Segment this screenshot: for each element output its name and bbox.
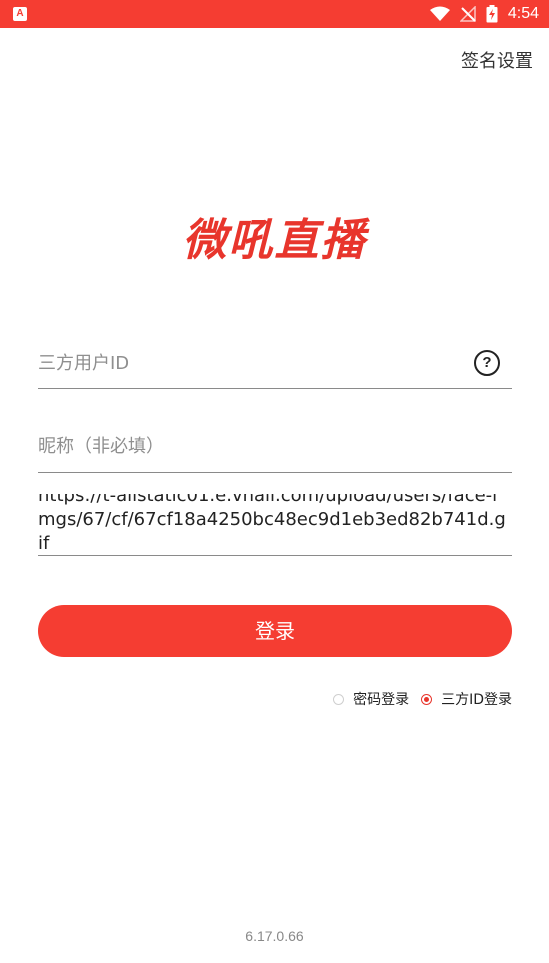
status-time: 4:54 xyxy=(507,5,539,22)
avatar-url-field[interactable]: https://t-alistatic01.e.vhall.com/upload… xyxy=(38,494,512,556)
help-icon[interactable]: ? xyxy=(474,350,500,376)
third-party-id-login-option[interactable]: 三方ID登录 xyxy=(421,689,512,709)
sign-settings-link[interactable]: 签名设置 xyxy=(461,47,533,73)
radio-unchecked-icon xyxy=(333,693,345,705)
password-login-option[interactable]: 密码登录 xyxy=(333,689,409,709)
nickname-input[interactable] xyxy=(38,433,458,459)
password-login-label: 密码登录 xyxy=(353,692,410,708)
radio-checked-icon xyxy=(421,693,433,705)
login-button[interactable]: 登录 xyxy=(38,605,512,657)
no-signal-icon xyxy=(459,6,476,22)
app-version: 6.17.0.66 xyxy=(245,928,304,944)
third-party-id-field: ? xyxy=(38,342,512,389)
status-icons: 4:54 xyxy=(429,0,539,28)
third-party-id-login-label: 三方ID登录 xyxy=(441,692,512,708)
nickname-field xyxy=(38,426,512,473)
app-notification-icon: A xyxy=(13,7,27,21)
avatar-url-input[interactable]: https://t-alistatic01.e.vhall.com/upload… xyxy=(38,494,508,555)
third-party-id-input[interactable] xyxy=(38,350,458,376)
app-logo: 微吼直播 xyxy=(0,204,549,268)
status-bar: A 4:54 xyxy=(0,0,549,28)
login-mode-group: 密码登录 三方ID登录 xyxy=(333,689,512,709)
logo-text: 微吼直播 xyxy=(182,215,367,266)
battery-icon xyxy=(486,5,498,23)
wifi-icon xyxy=(429,6,450,21)
